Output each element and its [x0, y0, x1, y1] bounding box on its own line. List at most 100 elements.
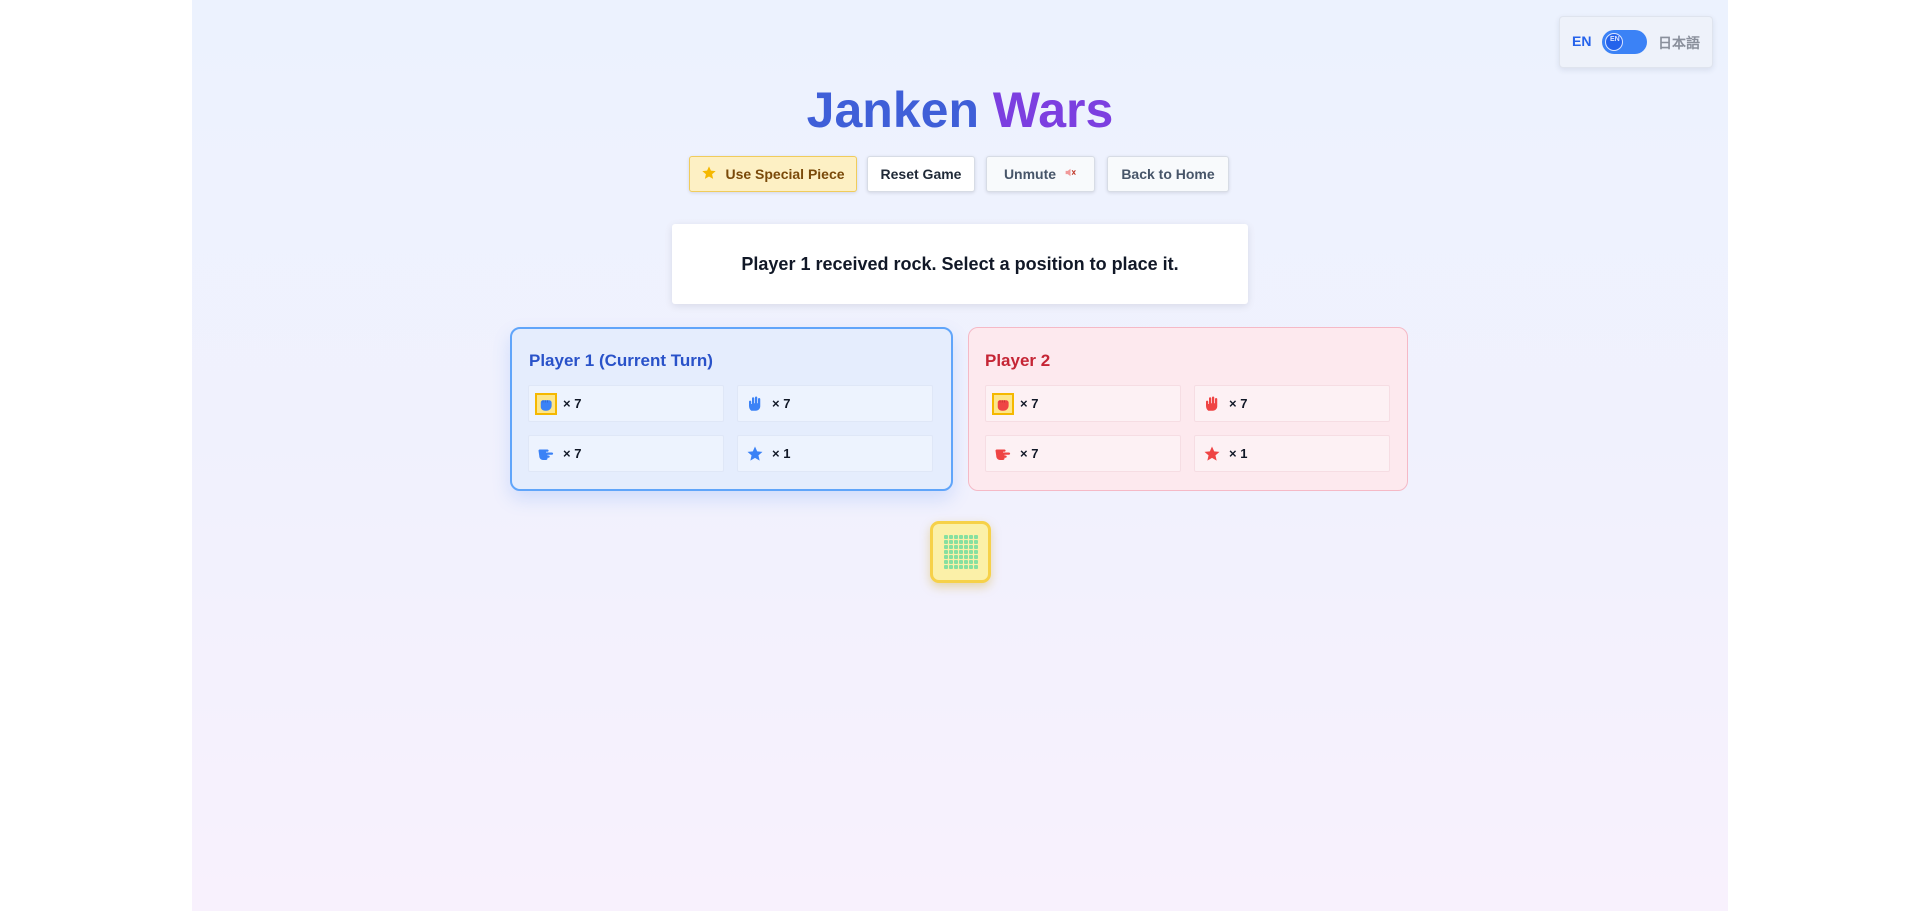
board-cell[interactable]	[974, 545, 978, 549]
board-cell[interactable]	[959, 550, 963, 554]
scissors-hand-icon	[535, 443, 557, 465]
board-cell[interactable]	[959, 565, 963, 569]
back-to-home-button[interactable]: Back to Home	[1107, 156, 1229, 192]
player-1-panel: Player 1 (Current Turn) × 7 × 7 × 7 × 1	[510, 327, 953, 491]
board-cell[interactable]	[974, 560, 978, 564]
player-1-special-piece[interactable]: × 1	[737, 435, 933, 472]
board-cell[interactable]	[974, 550, 978, 554]
game-board[interactable]	[930, 521, 991, 583]
use-special-piece-button[interactable]: Use Special Piece	[689, 156, 857, 192]
board-cell[interactable]	[964, 555, 968, 559]
page-title: Janken Wars	[192, 78, 1728, 142]
board-cell[interactable]	[969, 560, 973, 564]
board-cell[interactable]	[944, 555, 948, 559]
language-option-ja[interactable]: 日本語	[1658, 33, 1700, 53]
game-page: EN EN 日本語 Janken Wars Use Special Piece …	[192, 0, 1728, 911]
board-cell[interactable]	[944, 545, 948, 549]
board-cell[interactable]	[944, 560, 948, 564]
board-cell[interactable]	[944, 535, 948, 539]
reset-game-button[interactable]: Reset Game	[867, 156, 975, 192]
board-cell[interactable]	[954, 550, 958, 554]
board-cell[interactable]	[954, 565, 958, 569]
board-cell[interactable]	[969, 535, 973, 539]
player-1-paper-count: × 7	[772, 396, 791, 411]
board-cell[interactable]	[944, 565, 948, 569]
language-option-en[interactable]: EN	[1572, 33, 1591, 49]
board-cell[interactable]	[949, 550, 953, 554]
board-cell[interactable]	[959, 555, 963, 559]
special-star-icon	[1201, 443, 1223, 465]
board-cell[interactable]	[949, 565, 953, 569]
player-1-scissors-count: × 7	[563, 446, 582, 461]
board-cell[interactable]	[959, 535, 963, 539]
board-cell[interactable]	[954, 540, 958, 544]
board-cell[interactable]	[974, 535, 978, 539]
board-cell[interactable]	[969, 550, 973, 554]
board-cell[interactable]	[959, 545, 963, 549]
board-cell[interactable]	[949, 535, 953, 539]
board-cell[interactable]	[954, 555, 958, 559]
board-cell[interactable]	[964, 565, 968, 569]
board-cell[interactable]	[969, 565, 973, 569]
board-cell[interactable]	[954, 545, 958, 549]
board-grid[interactable]	[944, 535, 978, 569]
board-cell[interactable]	[959, 560, 963, 564]
title-word-wars: Wars	[992, 82, 1114, 138]
player-2-name: Player 2	[985, 351, 1051, 370]
board-cell[interactable]	[949, 560, 953, 564]
player-2-scissors-count: × 7	[1020, 446, 1039, 461]
player-2-rock-count: × 7	[1020, 396, 1039, 411]
player-2-special-piece[interactable]: × 1	[1194, 435, 1390, 472]
player-2-scissors-piece[interactable]: × 7	[985, 435, 1181, 472]
player-2-special-count: × 1	[1229, 446, 1248, 461]
rock-fist-icon	[535, 392, 557, 415]
board-cell[interactable]	[959, 540, 963, 544]
board-cell[interactable]	[964, 535, 968, 539]
language-switch-knob: EN	[1605, 33, 1623, 51]
board-cell[interactable]	[974, 555, 978, 559]
language-toggle[interactable]: EN EN 日本語	[1559, 16, 1713, 68]
paper-hand-icon	[744, 393, 766, 415]
board-cell[interactable]	[964, 545, 968, 549]
player-1-paper-piece[interactable]: × 7	[737, 385, 933, 422]
back-to-home-label: Back to Home	[1121, 166, 1215, 182]
board-cell[interactable]	[974, 565, 978, 569]
reset-game-label: Reset Game	[880, 166, 962, 182]
player-1-special-count: × 1	[772, 446, 791, 461]
star-icon	[701, 165, 717, 184]
board-cell[interactable]	[944, 540, 948, 544]
board-cell[interactable]	[949, 545, 953, 549]
player-2-panel: Player 2 × 7 × 7 × 7 × 1	[968, 327, 1408, 491]
board-cell[interactable]	[964, 540, 968, 544]
language-knob-label: EN	[1610, 36, 1620, 43]
player-1-scissors-piece[interactable]: × 7	[528, 435, 724, 472]
board-cell[interactable]	[944, 550, 948, 554]
board-cell[interactable]	[964, 560, 968, 564]
title-word-janken: Janken	[806, 82, 979, 138]
player-2-paper-count: × 7	[1229, 396, 1248, 411]
player-2-rock-piece[interactable]: × 7	[985, 385, 1181, 422]
speaker-muted-icon	[1064, 166, 1077, 182]
board-cell[interactable]	[969, 555, 973, 559]
board-cell[interactable]	[969, 540, 973, 544]
status-message: Player 1 received rock. Select a positio…	[672, 224, 1248, 304]
board-cell[interactable]	[974, 540, 978, 544]
player-2-paper-piece[interactable]: × 7	[1194, 385, 1390, 422]
board-cell[interactable]	[954, 535, 958, 539]
player-1-rock-piece[interactable]: × 7	[528, 385, 724, 422]
board-cell[interactable]	[969, 545, 973, 549]
special-star-icon	[744, 443, 766, 465]
language-switch[interactable]: EN	[1602, 30, 1647, 54]
board-cell[interactable]	[949, 555, 953, 559]
rock-fist-icon	[992, 392, 1014, 415]
paper-hand-icon	[1201, 393, 1223, 415]
board-cell[interactable]	[949, 540, 953, 544]
board-cell[interactable]	[964, 550, 968, 554]
player-1-rock-count: × 7	[563, 396, 582, 411]
board-cell[interactable]	[954, 560, 958, 564]
unmute-button[interactable]: Unmute	[986, 156, 1095, 192]
scissors-hand-icon	[992, 443, 1014, 465]
use-special-piece-label: Use Special Piece	[725, 166, 845, 182]
player-1-name: Player 1 (Current Turn)	[529, 351, 713, 370]
unmute-label: Unmute	[1003, 166, 1057, 182]
